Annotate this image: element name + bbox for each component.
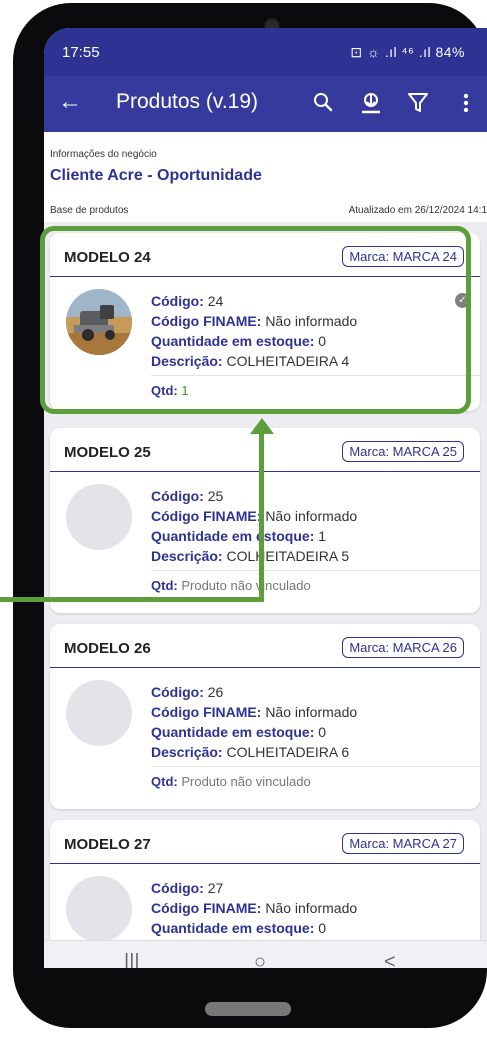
client-name[interactable]: Cliente Acre - Oportunidade [50, 167, 262, 185]
product-model: MODELO 25 [64, 444, 151, 461]
product-fields: Código: 27 Código FINAME: Não informado … [151, 878, 357, 938]
business-info: Informações do negócio Cliente Acre - Op… [44, 132, 487, 222]
finame-value: Não informado [265, 508, 358, 524]
divider [50, 863, 480, 864]
home-indicator [205, 1002, 291, 1016]
download-icon[interactable] [360, 91, 382, 120]
description-label: Descrição: [151, 548, 223, 564]
divider [50, 667, 480, 668]
brand-badge: Marca: MARCA 25 [342, 441, 464, 462]
product-card[interactable]: MODELO 26 Marca: MARCA 26 Código: 26 Cód… [50, 624, 480, 809]
updated-timestamp: Atualizado em 26/12/2024 14:1 [348, 205, 487, 216]
description-label: Descrição: [151, 744, 223, 760]
filter-icon[interactable] [406, 91, 430, 120]
status-time: 17:55 [62, 44, 100, 61]
stock-value: 1 [318, 528, 327, 544]
product-card[interactable]: MODELO 25 Marca: MARCA 25 Código: 25 Cód… [50, 428, 480, 613]
section-label: Informações do negócio [50, 149, 157, 160]
app-bar: ← Produtos (v.19) [44, 76, 487, 132]
product-image-placeholder [66, 876, 132, 942]
finame-label: Código FINAME: [151, 508, 262, 524]
code-label: Código: [151, 488, 204, 504]
page-title: Produtos (v.19) [116, 90, 259, 113]
search-icon[interactable] [312, 91, 334, 118]
stock-label: Quantidade em estoque: [151, 724, 315, 740]
product-model: MODELO 26 [64, 640, 151, 657]
qty-row[interactable]: Qtd: Produto não vinculado [151, 578, 311, 593]
finame-value: Não informado [265, 704, 358, 720]
more-vert-icon[interactable] [462, 91, 470, 120]
stock-label: Quantidade em estoque: [151, 920, 315, 936]
finame-label: Código FINAME: [151, 704, 262, 720]
code-label: Código: [151, 880, 204, 896]
product-fields: Código: 26 Código FINAME: Não informado … [151, 682, 357, 762]
divider [151, 766, 480, 767]
status-indicators: ⊡ ☼ .ıl ⁴⁶ .ıl 84% [350, 44, 465, 60]
stock-label: Quantidade em estoque: [151, 528, 315, 544]
code-label: Código: [151, 684, 204, 700]
highlight-box [40, 226, 471, 414]
product-model: MODELO 27 [64, 836, 151, 853]
home-button[interactable]: ○ [254, 951, 266, 968]
divider [50, 471, 480, 472]
brand-badge: Marca: MARCA 27 [342, 833, 464, 854]
finame-value: Não informado [265, 900, 358, 916]
base-label: Base de produtos [50, 205, 129, 216]
app-screen: 17:55 ⊡ ☼ .ıl ⁴⁶ .ıl 84% ← Produtos (v.1… [44, 28, 487, 968]
qty-row[interactable]: Qtd: Produto não vinculado [151, 774, 311, 789]
description-value: COLHEITADEIRA 5 [226, 548, 350, 564]
description-value: COLHEITADEIRA 6 [226, 744, 350, 760]
stock-value: 0 [318, 920, 327, 936]
back-button[interactable]: < [384, 951, 396, 968]
system-nav-bar: ||| ○ < [44, 940, 487, 968]
finame-label: Código FINAME: [151, 900, 262, 916]
arrow-left-icon[interactable]: ← [58, 88, 82, 116]
recent-apps-button[interactable]: ||| [124, 951, 140, 968]
code-value: 26 [207, 684, 224, 700]
product-fields: Código: 25 Código FINAME: Não informado … [151, 486, 357, 566]
divider [151, 570, 480, 571]
callout-arrow-line [259, 432, 264, 602]
qty-value: Produto não vinculado [181, 774, 311, 789]
qty-label: Qtd: [151, 774, 178, 789]
qty-value: Produto não vinculado [181, 578, 311, 593]
code-value: 25 [207, 488, 224, 504]
code-value: 27 [207, 880, 224, 896]
stock-value: 0 [318, 724, 327, 740]
callout-arrow-line [0, 597, 264, 602]
status-bar: 17:55 ⊡ ☼ .ıl ⁴⁶ .ıl 84% [44, 28, 487, 76]
qty-label: Qtd: [151, 578, 178, 593]
product-image-placeholder [66, 484, 132, 550]
brand-badge: Marca: MARCA 26 [342, 637, 464, 658]
product-image-placeholder [66, 680, 132, 746]
